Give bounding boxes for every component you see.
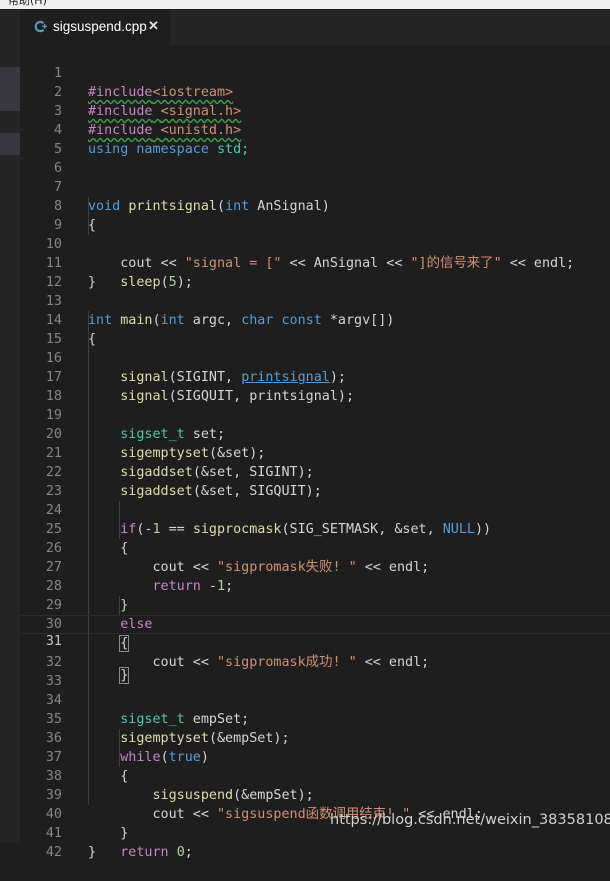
code-line: 32	[20, 634, 610, 670]
code-line: 19 sigemptyset(&set);	[20, 387, 610, 461]
code-line: 7 void printsignal(int AnSignal)	[20, 159, 610, 214]
code-line: 8 {	[20, 178, 610, 233]
current-line: 31 }	[20, 615, 610, 684]
code-line: 13 int main(int argc, char const *argv[]…	[20, 273, 610, 328]
activity-sidebar	[0, 9, 20, 843]
line-number: 42	[45, 845, 62, 860]
close-icon[interactable]: ✕	[148, 18, 159, 34]
code-line: 23 if(-1 == sigprocmask(SIG_SETMASK, &se…	[20, 463, 610, 537]
sidebar-item[interactable]	[0, 67, 20, 89]
code-line: 12	[20, 254, 610, 290]
code-line: 9 cout << "signal = [" << AnSignal << "]…	[20, 197, 610, 271]
code-line: 25 cout << "sigpromask失败! " << endl;	[20, 501, 610, 575]
code-line: 11 }	[20, 235, 610, 290]
code-editor[interactable]: 1 #include<iostream> 2 #include <signal.…	[20, 45, 610, 860]
code-line: 27 }	[20, 539, 610, 613]
code-line: 34 sigemptyset(&empSet);	[20, 672, 610, 746]
tab-filename: sigsuspend.cpp	[53, 19, 147, 34]
code-line: 18 sigset_t set;	[20, 368, 610, 442]
line-code: }	[88, 845, 97, 860]
code-line: 5	[20, 121, 610, 157]
watermark-url: https://blog.csdn.net/weixin_38358108	[330, 812, 610, 828]
code-line: 36 {	[20, 710, 610, 784]
code-line: 16 signal(SIGQUIT, printsignal);	[20, 330, 610, 404]
sidebar-item[interactable]	[0, 89, 20, 111]
code-line: 22	[20, 444, 610, 480]
code-line: 20 sigaddset(&set, SIGINT);	[20, 406, 610, 480]
code-line: 15 signal(SIGINT, printsignal);	[20, 311, 610, 385]
menu-item-help[interactable]: 帮助(H)	[8, 0, 47, 8]
sidebar-item[interactable]	[0, 133, 20, 155]
code-line: 2 #include <signal.h>	[20, 64, 610, 119]
cpp-file-icon	[34, 20, 47, 33]
tab-bar: sigsuspend.cpp ✕	[20, 9, 610, 45]
code-line: 39 }	[20, 767, 610, 841]
line-code: return 0;	[120, 845, 193, 860]
code-line: 28 else	[20, 558, 610, 632]
code-line: 30 cout << "sigpromask成功! " << endl;	[20, 596, 610, 670]
code-line: 6	[20, 140, 610, 176]
code-line: 17	[20, 349, 610, 385]
code-line: 35 while(true)	[20, 691, 610, 765]
code-line: 37 sigsuspend(&empSet);	[20, 729, 610, 803]
code-line: 24 {	[20, 482, 610, 556]
code-line: 26 return -1;	[20, 520, 610, 594]
code-line: 1 #include<iostream>	[20, 45, 610, 100]
code-line: 10 sleep(5);	[20, 216, 610, 290]
code-line: 29 {	[20, 577, 610, 652]
code-line: 21 sigaddset(&set, SIGQUIT);	[20, 425, 610, 499]
code-line: 33 sigset_t empSet;	[20, 653, 610, 727]
code-line: 14 {	[20, 292, 610, 347]
code-line: 38 cout << "sigsuspend函数调用结束! " << endl;	[20, 748, 610, 822]
code-line: 4 using namespace std;	[20, 102, 610, 157]
tab-sigsuspend-cpp[interactable]: sigsuspend.cpp ✕	[20, 9, 170, 45]
menu-bar: 帮助(H)	[0, 0, 610, 9]
code-line: 3 #include <unistd.h>	[20, 83, 610, 138]
code-line: 40 return 0;	[20, 786, 610, 860]
